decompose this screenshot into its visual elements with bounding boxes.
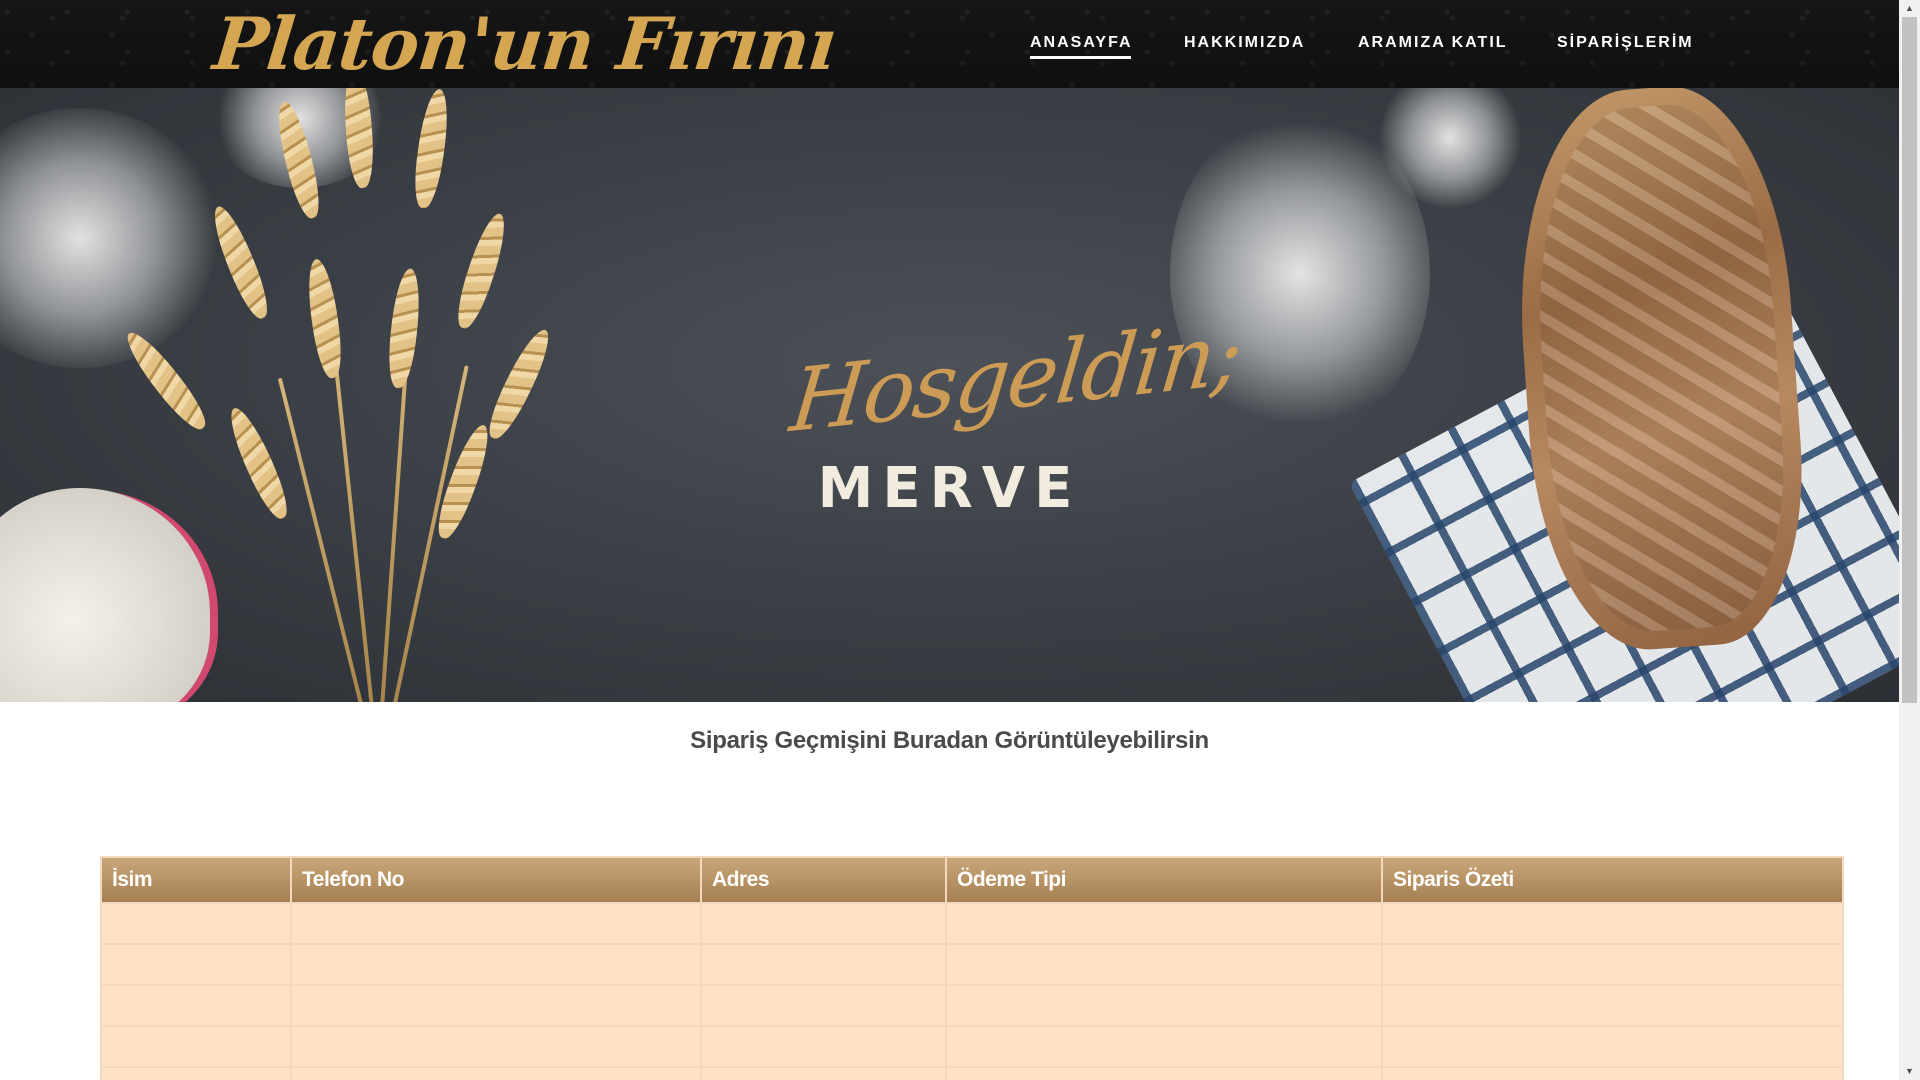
- table-cell: [292, 986, 700, 1025]
- table-cell: [702, 904, 945, 943]
- chevron-down-icon[interactable]: ▼: [1899, 1063, 1920, 1080]
- hero-greeting: Hosgeldin;: [785, 303, 1246, 453]
- table-cell: [1383, 945, 1842, 984]
- table-cell: [102, 986, 290, 1025]
- table-cell: [1383, 986, 1842, 1025]
- hero-banner: Hosgeldin; MERVE: [0, 88, 1899, 702]
- table-cell: [947, 1068, 1381, 1080]
- table-cell: [102, 1027, 290, 1066]
- table-cell: [292, 1027, 700, 1066]
- table-row: [102, 986, 1842, 1025]
- chevron-up-icon[interactable]: ▲: [1899, 0, 1920, 17]
- table-cell: [947, 904, 1381, 943]
- main-nav: ANASAYFA HAKKIMIZDA ARAMIZA KATIL SİPARİ…: [0, 30, 1899, 60]
- table-row: [102, 1027, 1842, 1066]
- orders-table: İsim Telefon No Adres Ödeme Tipi Siparis…: [100, 856, 1844, 1080]
- nav-item-siparislerim[interactable]: SİPARİŞLERİM: [1557, 30, 1694, 60]
- orders-section-title: Sipariş Geçmişini Buradan Görüntüleyebil…: [690, 727, 1209, 754]
- table-cell: [702, 945, 945, 984]
- table-row: [102, 904, 1842, 943]
- scrollbar-thumb[interactable]: [1902, 17, 1917, 703]
- column-header-isim: İsim: [102, 858, 290, 902]
- table-cell: [1383, 1027, 1842, 1066]
- table-cell: [947, 945, 1381, 984]
- hero-user-name: MERVE: [817, 456, 1082, 521]
- top-navbar: Platon'un Fırını ANASAYFA HAKKIMIZDA ARA…: [0, 0, 1899, 88]
- table-cell: [702, 1027, 945, 1066]
- nav-item-aramiza-katil[interactable]: ARAMIZA KATIL: [1358, 30, 1508, 60]
- table-row: [102, 945, 1842, 984]
- table-cell: [102, 945, 290, 984]
- table-cell: [102, 904, 290, 943]
- page-scrollbar[interactable]: ▲ ▼: [1899, 0, 1920, 1080]
- table-cell: [702, 986, 945, 1025]
- table-cell: [1383, 904, 1842, 943]
- table-cell: [947, 1027, 1381, 1066]
- column-header-adres: Adres: [702, 858, 945, 902]
- table-cell: [292, 945, 700, 984]
- nav-item-anasayfa[interactable]: ANASAYFA: [1030, 30, 1133, 60]
- column-header-siparis-ozeti: Siparis Özeti: [1383, 858, 1842, 902]
- table-cell: [702, 1068, 945, 1080]
- table-cell: [292, 1068, 700, 1080]
- nav-item-hakkimizda[interactable]: HAKKIMIZDA: [1184, 30, 1305, 60]
- table-row: [102, 1068, 1842, 1080]
- column-header-telefon: Telefon No: [292, 858, 700, 902]
- table-cell: [1383, 1068, 1842, 1080]
- column-header-odeme-tipi: Ödeme Tipi: [947, 858, 1381, 902]
- wheat-bundle-image: [118, 88, 570, 702]
- table-cell: [947, 986, 1381, 1025]
- table-cell: [102, 1068, 290, 1080]
- table-cell: [292, 904, 700, 943]
- table-header-row: İsim Telefon No Adres Ödeme Tipi Siparis…: [102, 858, 1842, 902]
